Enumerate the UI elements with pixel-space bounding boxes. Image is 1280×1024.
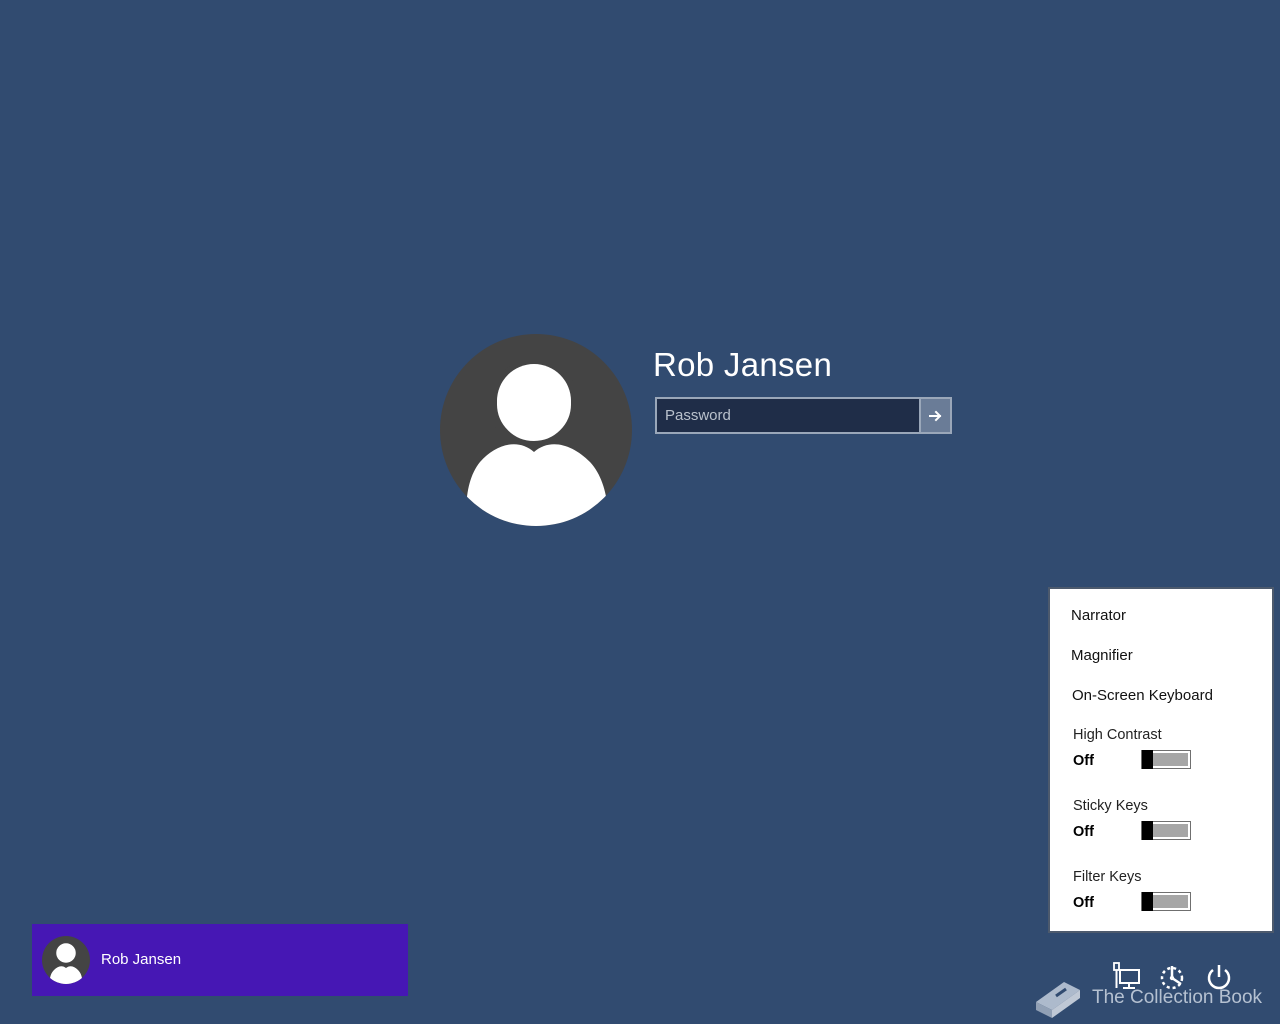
toggle-thumb xyxy=(1142,750,1153,769)
submit-button[interactable] xyxy=(919,399,950,432)
watermark: The Collection Book xyxy=(1030,974,1270,1022)
filter-keys-label: Filter Keys xyxy=(1073,869,1142,885)
user-tile[interactable]: Rob Jansen xyxy=(32,924,408,996)
user-tile-avatar xyxy=(42,936,90,984)
arrow-right-icon xyxy=(928,410,941,421)
user-silhouette-icon xyxy=(49,940,83,984)
toggle-track xyxy=(1152,753,1188,766)
filter-keys-state: Off xyxy=(1073,895,1094,911)
lock-screen: Rob Jansen Narrator Magnifier On-Screen … xyxy=(0,0,1280,1024)
password-box xyxy=(655,397,952,434)
power-button[interactable] xyxy=(1204,962,1234,992)
ease-of-access-button[interactable] xyxy=(1157,962,1187,992)
sticky-keys-label: Sticky Keys xyxy=(1073,798,1148,814)
user-avatar xyxy=(440,334,632,526)
sticky-keys-state: Off xyxy=(1073,824,1094,840)
power-icon xyxy=(1207,965,1231,990)
user-name: Rob Jansen xyxy=(653,346,833,383)
on-screen-keyboard-item[interactable]: On-Screen Keyboard xyxy=(1072,687,1213,704)
high-contrast-toggle[interactable] xyxy=(1141,750,1191,769)
toggle-track xyxy=(1152,895,1188,908)
user-silhouette-icon xyxy=(466,359,609,526)
book-icon xyxy=(1036,982,1080,1018)
sticky-keys-toggle[interactable] xyxy=(1141,821,1191,840)
network-button[interactable] xyxy=(1111,962,1141,992)
filter-keys-toggle[interactable] xyxy=(1141,892,1191,911)
toggle-track xyxy=(1152,824,1188,837)
network-icon xyxy=(1113,962,1140,989)
ease-of-access-icon xyxy=(1160,966,1184,990)
high-contrast-state: Off xyxy=(1073,753,1094,769)
toggle-thumb xyxy=(1142,892,1153,911)
toggle-thumb xyxy=(1142,821,1153,840)
narrator-item[interactable]: Narrator xyxy=(1071,607,1126,624)
magnifier-item[interactable]: Magnifier xyxy=(1071,647,1133,664)
high-contrast-label: High Contrast xyxy=(1073,727,1162,743)
password-input[interactable] xyxy=(657,399,919,432)
user-tile-name: Rob Jansen xyxy=(101,951,182,968)
